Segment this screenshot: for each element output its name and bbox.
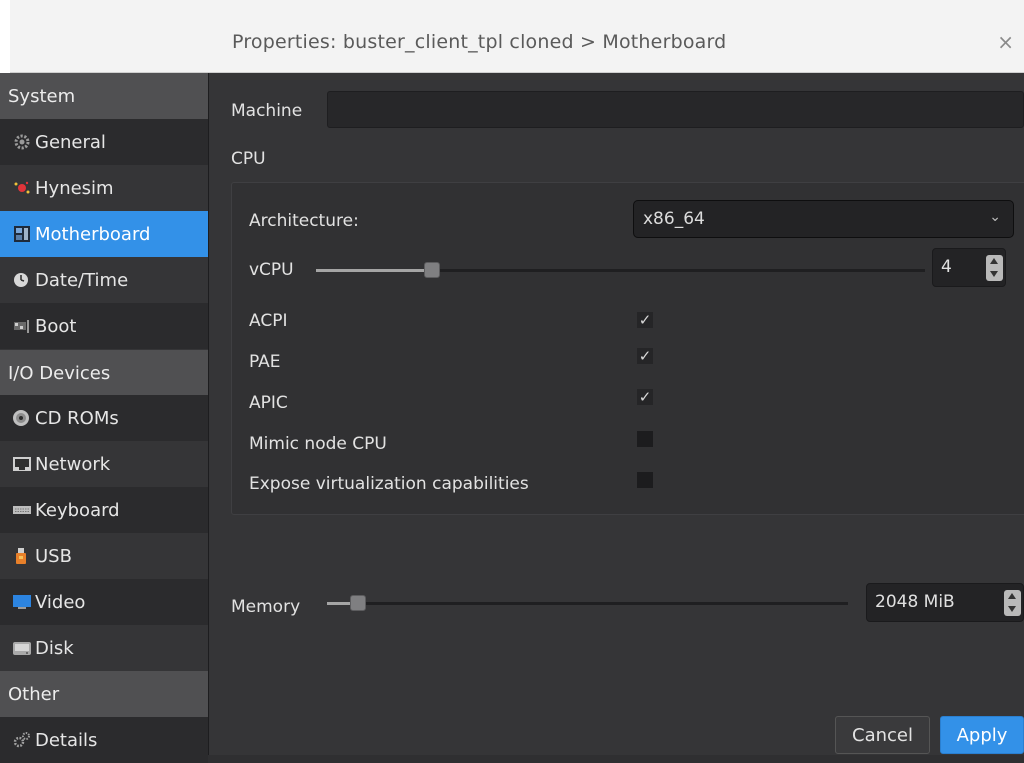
motherboard-icon <box>12 225 32 243</box>
sidebar-item-motherboard[interactable]: Motherboard <box>0 211 208 257</box>
sidebar-item-disk[interactable]: Disk <box>0 625 208 671</box>
sidebar-item-label: General <box>35 131 106 153</box>
sidebar-item-keyboard[interactable]: Keyboard <box>0 487 208 533</box>
clock-icon <box>12 271 32 289</box>
option-label-apic: APIC <box>249 393 288 413</box>
sidebar-item-network[interactable]: Network <box>0 441 208 487</box>
sidebar-item-label: Boot <box>35 315 77 337</box>
memory-label: Memory <box>231 597 301 617</box>
option-label-expose: Expose virtualization capabilities <box>249 474 529 494</box>
sidebar-item-label: Disk <box>35 637 74 659</box>
vcpu-spinbox[interactable]: 4 <box>932 248 1006 287</box>
sidebar: System General Hynesim Motherboard Date/… <box>0 73 209 763</box>
sidebar-item-boot[interactable]: Boot <box>0 303 208 349</box>
sidebar-item-usb[interactable]: USB <box>0 533 208 579</box>
title-bar: Properties: buster_client_tpl cloned > M… <box>0 0 1024 73</box>
spin-arrows-icon[interactable] <box>986 255 1003 281</box>
hynesim-icon <box>12 179 32 197</box>
video-icon <box>12 593 32 611</box>
memory-slider-handle[interactable] <box>350 595 366 611</box>
option-label-mimic: Mimic node CPU <box>249 434 387 454</box>
expose-virtualization-checkbox[interactable] <box>637 472 653 488</box>
acpi-checkbox[interactable]: ✓ <box>637 312 653 328</box>
titlebar-edge <box>0 0 10 73</box>
memory-value: 2048 MiB <box>875 592 955 612</box>
sidebar-item-hynesim[interactable]: Hynesim <box>0 165 208 211</box>
sidebar-item-cdroms[interactable]: CD ROMs <box>0 395 208 441</box>
sidebar-item-details[interactable]: Details <box>0 717 208 763</box>
vcpu-value: 4 <box>941 257 952 277</box>
cpu-section-label: CPU <box>231 149 266 169</box>
architecture-select[interactable]: x86_64 ⌄ <box>633 200 1014 238</box>
option-label-acpi: ACPI <box>249 311 288 331</box>
disk-icon <box>12 639 32 657</box>
sidebar-header-label: I/O Devices <box>8 362 111 384</box>
details-icon <box>12 731 32 749</box>
spin-arrows-icon[interactable] <box>1004 590 1021 616</box>
close-icon[interactable]: × <box>997 30 1014 54</box>
chevron-down-icon: ⌄ <box>989 209 1001 225</box>
architecture-label: Architecture: <box>249 211 359 231</box>
sidebar-header-label: System <box>8 85 76 107</box>
sidebar-item-label: Network <box>35 453 111 475</box>
apply-button[interactable]: Apply <box>940 716 1024 754</box>
option-label-pae: PAE <box>249 352 281 372</box>
vcpu-slider-handle[interactable] <box>424 262 440 278</box>
sidebar-header-label: Other <box>8 683 60 705</box>
gear-icon <box>12 133 32 151</box>
window-title: Properties: buster_client_tpl cloned > M… <box>232 31 727 53</box>
machine-field[interactable] <box>327 91 1024 128</box>
sidebar-header-other: Other <box>0 671 208 717</box>
sidebar-item-label: Keyboard <box>35 499 120 521</box>
apic-checkbox[interactable]: ✓ <box>637 389 653 405</box>
vcpu-slider-fill <box>316 269 432 272</box>
sidebar-item-datetime[interactable]: Date/Time <box>0 257 208 303</box>
mimic-node-cpu-checkbox[interactable] <box>637 431 653 447</box>
vcpu-label: vCPU <box>249 260 294 280</box>
sidebar-item-label: USB <box>35 545 72 567</box>
sidebar-item-label: Details <box>35 729 98 751</box>
sidebar-item-label: Motherboard <box>35 223 151 245</box>
keyboard-icon <box>12 501 32 519</box>
memory-spinbox[interactable]: 2048 MiB <box>866 583 1024 622</box>
architecture-value: x86_64 <box>643 209 705 229</box>
memory-slider-track[interactable] <box>327 602 848 605</box>
sidebar-item-label: Video <box>35 591 86 613</box>
sidebar-item-label: Hynesim <box>35 177 114 199</box>
network-icon <box>12 455 32 473</box>
sidebar-item-video[interactable]: Video <box>0 579 208 625</box>
sidebar-item-general[interactable]: General <box>0 119 208 165</box>
machine-label: Machine <box>231 101 303 121</box>
cdrom-icon <box>12 409 32 427</box>
sidebar-item-label: CD ROMs <box>35 407 119 429</box>
sidebar-header-system: System <box>0 73 208 119</box>
cancel-button[interactable]: Cancel <box>835 716 930 754</box>
sidebar-header-io: I/O Devices <box>0 350 208 396</box>
pae-checkbox[interactable]: ✓ <box>637 348 653 364</box>
sidebar-item-label: Date/Time <box>35 269 129 291</box>
usb-icon <box>12 547 32 565</box>
boot-icon <box>12 317 32 335</box>
